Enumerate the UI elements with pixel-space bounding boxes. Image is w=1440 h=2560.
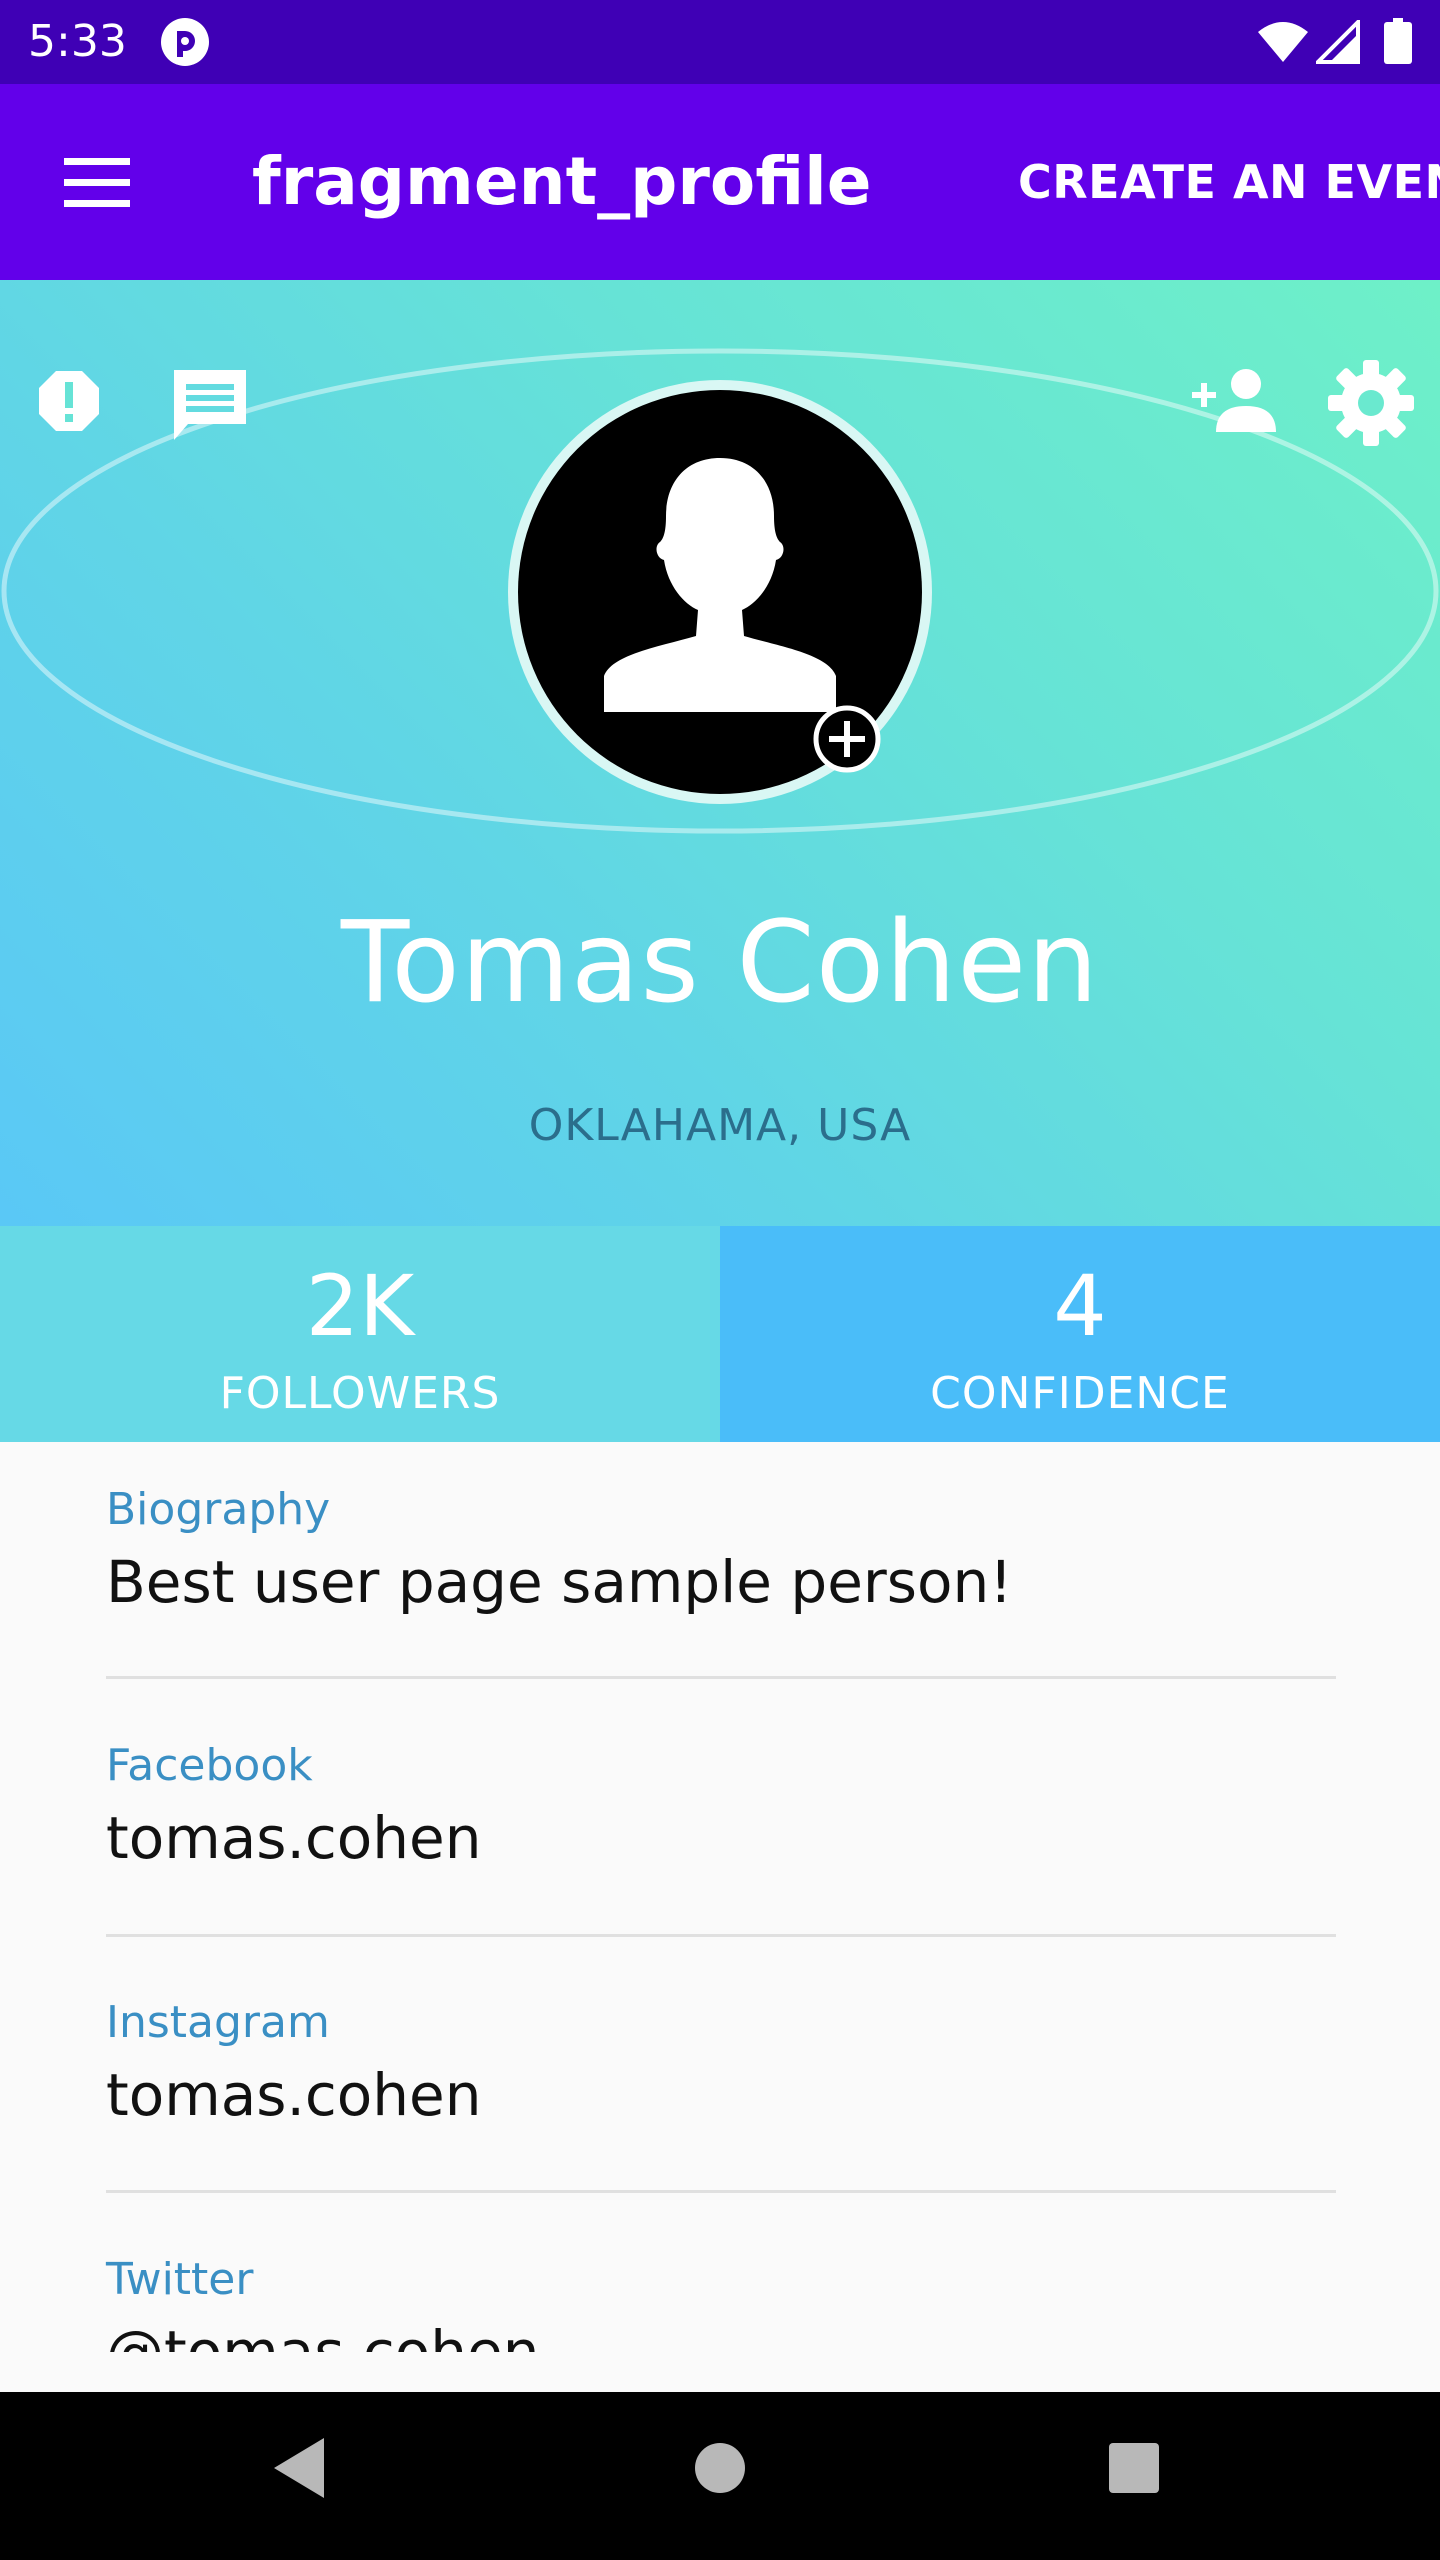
home-icon[interactable] [694,2442,746,2494]
add-person-icon[interactable] [1190,364,1280,436]
divider [106,1676,1336,1679]
confidence-count: 4 [1053,1257,1107,1355]
menu-icon[interactable] [58,152,136,212]
detail-label: Instagram [106,1997,330,2048]
confidence-label: CONFIDENCE [930,1368,1230,1419]
wifi-icon [1258,22,1308,62]
detail-instagram: Instagram tomas.cohen [106,1995,1336,2131]
app-toolbar: fragment_profile CREATE AN EVENT [0,84,1440,280]
profile-name: Tomas Cohen [340,898,1100,1028]
confidence-stat[interactable]: 4 CONFIDENCE [720,1226,1440,1442]
recents-icon[interactable] [1108,2442,1160,2494]
detail-label: Twitter [106,2254,254,2305]
profile-details: Biography Best user page sample person! … [0,1442,1440,2352]
chat-icon[interactable] [168,364,252,448]
followers-stat[interactable]: 2K FOLLOWERS [0,1226,720,1442]
alert-icon[interactable] [36,368,102,434]
detail-twitter: Twitter @tomas.cohen [106,2252,1336,2352]
status-time: 5:33 [28,16,127,67]
battery-icon [1384,18,1412,64]
toolbar-title: fragment_profile [252,143,872,220]
settings-icon[interactable] [1326,358,1416,448]
system-nav-bar [0,2392,1440,2560]
app-notification-icon [161,18,209,66]
detail-value: Best user page sample person! [106,1548,1013,1616]
profile-stats: 2K FOLLOWERS 4 CONFIDENCE [0,1226,1440,1442]
divider [106,1934,1336,1937]
status-bar: 5:33 [0,0,1440,84]
detail-biography: Biography Best user page sample person! [106,1482,1336,1618]
detail-label: Biography [106,1484,331,1535]
detail-label: Facebook [106,1740,313,1791]
profile-header: Tomas Cohen OKLAHAMA, USA [0,280,1440,1226]
detail-facebook: Facebook tomas.cohen [106,1738,1336,1874]
profile-location: OKLAHAMA, USA [528,1100,912,1151]
followers-label: FOLLOWERS [219,1368,501,1419]
create-event-button[interactable]: CREATE AN EVENT [1012,84,1440,280]
detail-value: @tomas.cohen [106,2318,540,2352]
back-icon[interactable] [272,2436,326,2500]
add-photo-icon[interactable] [812,704,882,774]
detail-value: tomas.cohen [106,2061,482,2129]
detail-value: tomas.cohen [106,1804,482,1872]
followers-count: 2K [305,1257,415,1355]
divider [106,2190,1336,2193]
cell-signal-icon [1316,20,1360,64]
